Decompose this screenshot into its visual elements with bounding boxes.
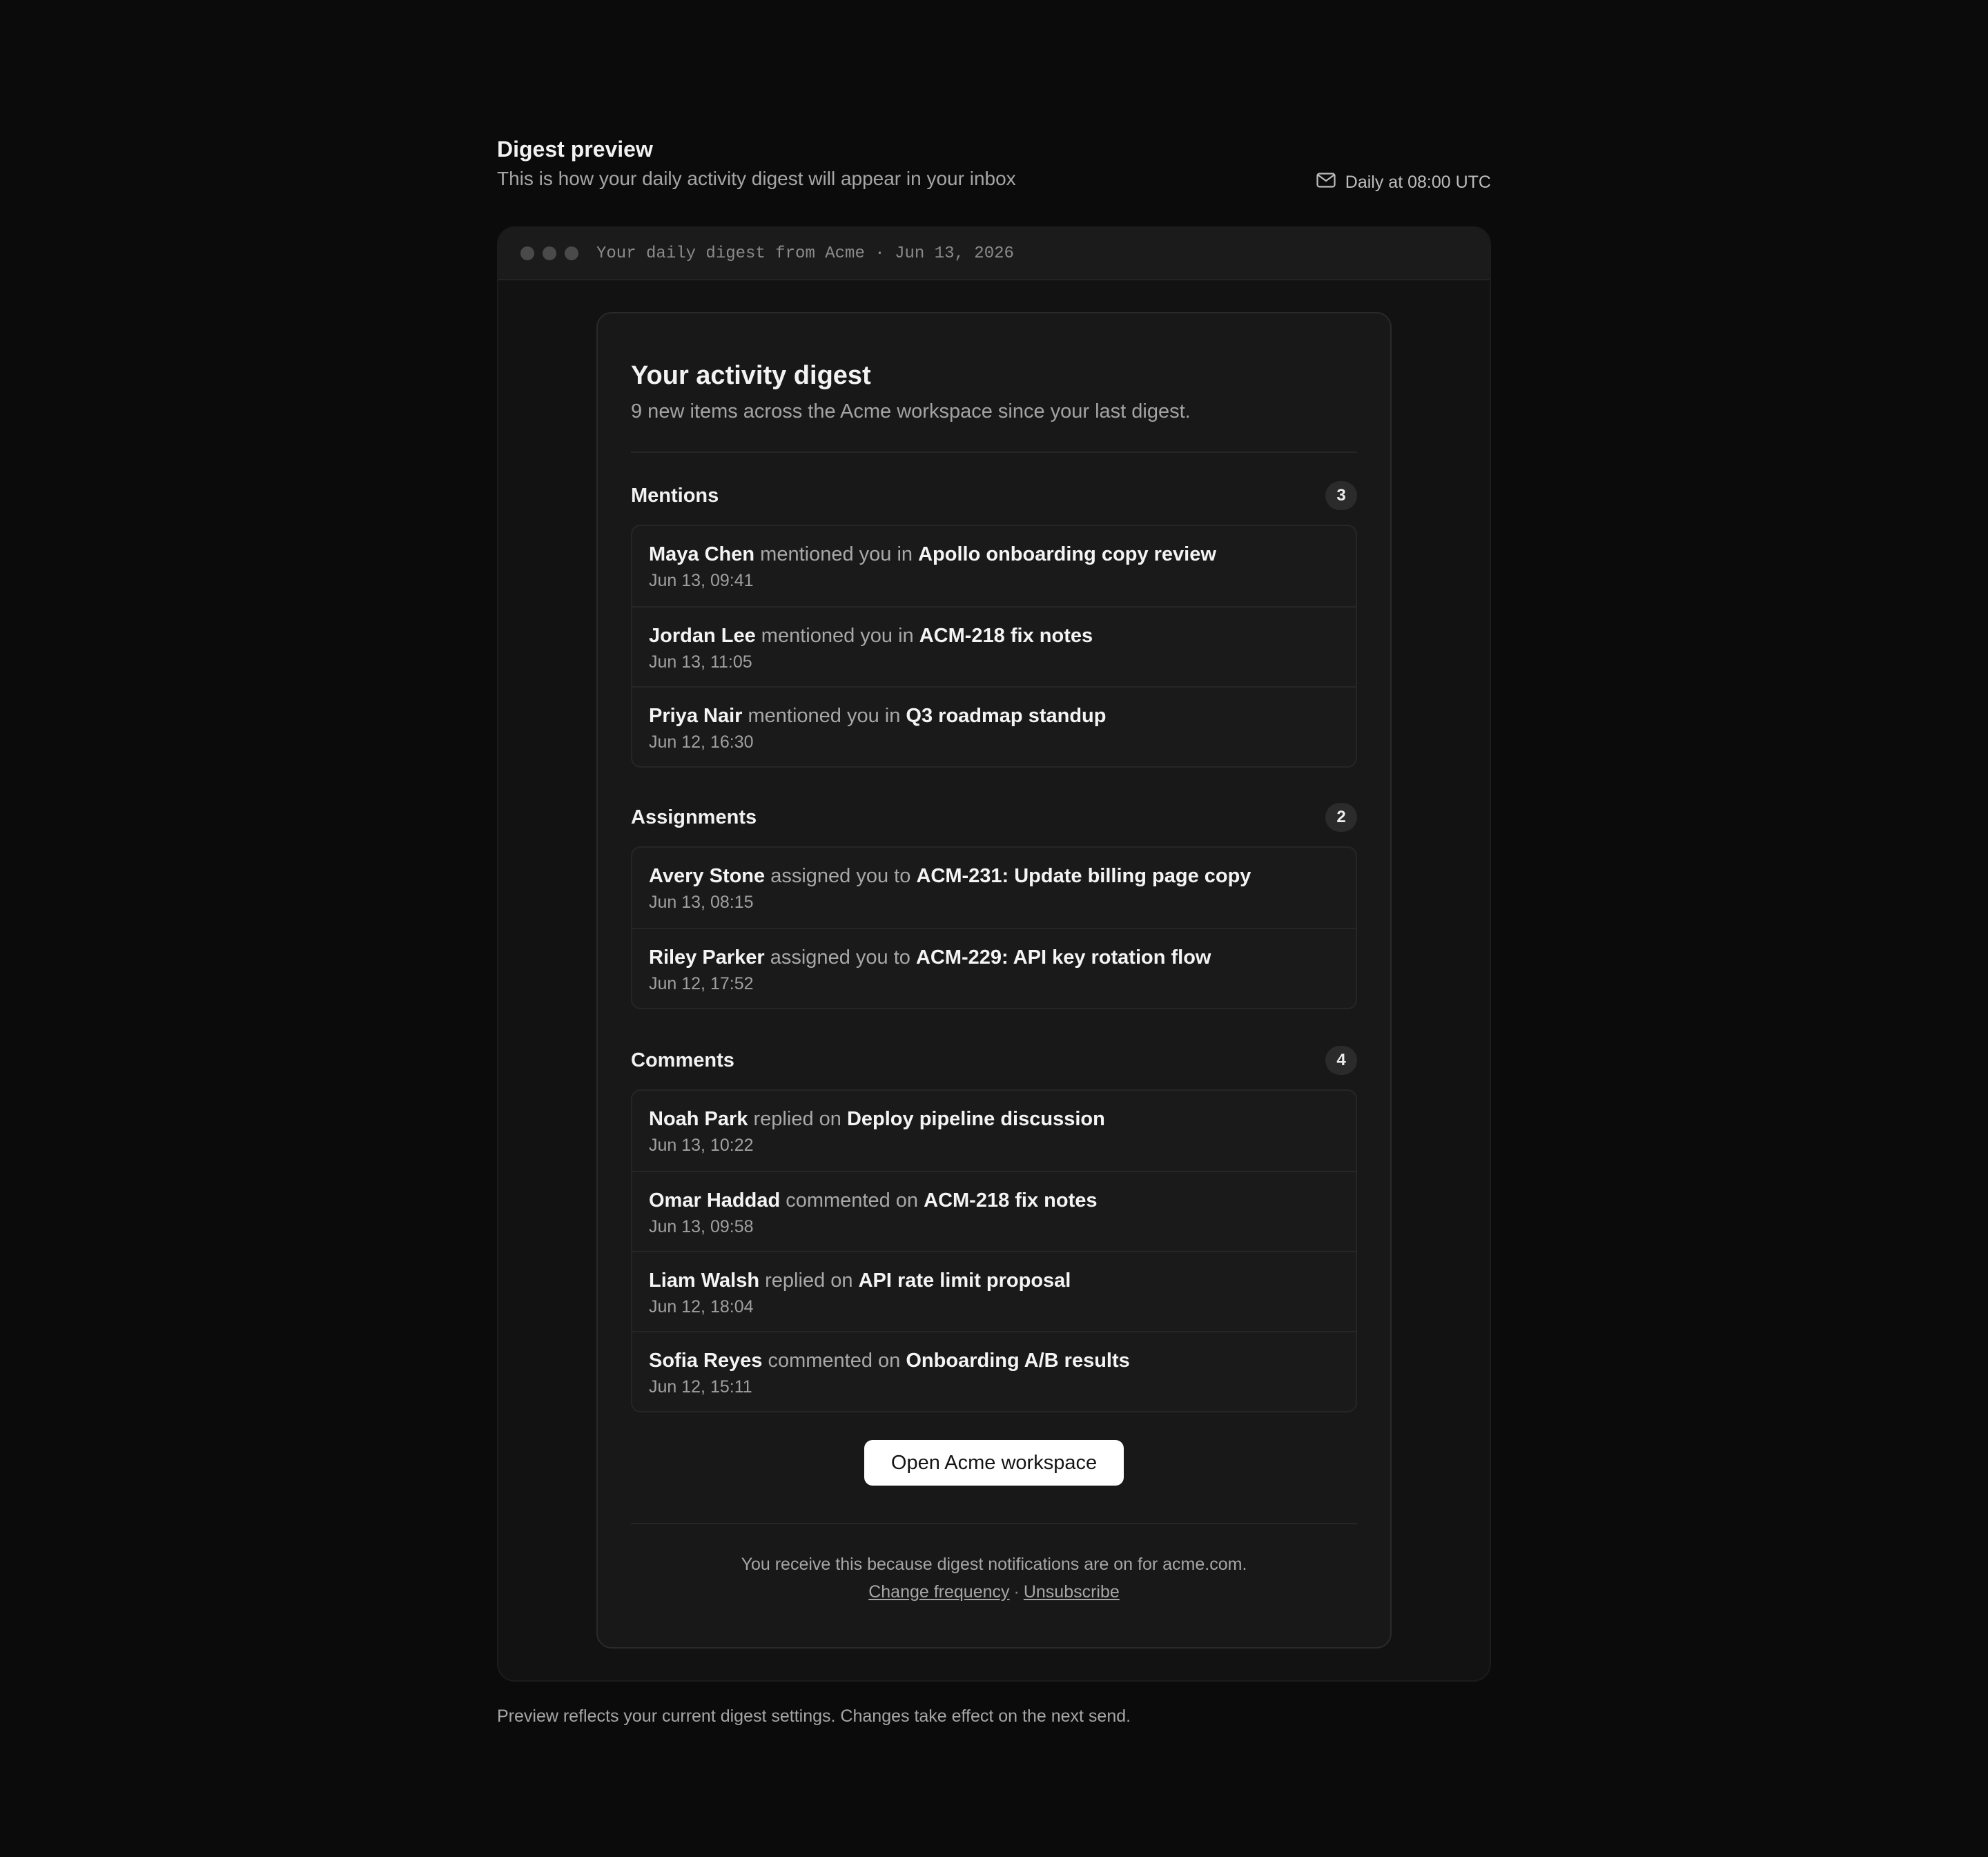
- item-verb: assigned you to: [770, 946, 910, 969]
- list-item[interactable]: Priya Nair mentioned you in Q3 roadmap s…: [632, 686, 1356, 766]
- email-subject: Your daily digest from Acme · Jun 13, 20…: [596, 244, 1014, 263]
- item-actor: Priya Nair: [649, 705, 743, 727]
- item-list: Avery Stone assigned you to ACM-231: Upd…: [631, 846, 1357, 1009]
- item-time: Jun 13, 11:05: [649, 652, 752, 672]
- item-target[interactable]: ACM-218 fix notes: [924, 1189, 1097, 1212]
- item-actor: Liam Walsh: [649, 1270, 760, 1292]
- list-item[interactable]: Liam Walsh replied on API rate limit pro…: [632, 1251, 1356, 1331]
- item-actor: Noah Park: [649, 1108, 748, 1130]
- section-mentions: Mentions 3 Maya Chen mentioned you in Ap…: [631, 480, 1357, 768]
- section-header: Assignments 2: [631, 802, 1357, 833]
- list-item[interactable]: Noah Park replied on Deploy pipeline dis…: [632, 1091, 1356, 1171]
- list-item[interactable]: Riley Parker assigned you to ACM-229: AP…: [632, 928, 1356, 1008]
- list-item[interactable]: Maya Chen mentioned you in Apollo onboar…: [632, 526, 1356, 606]
- section-comments: Comments 4 Noah Park replied on Deploy p…: [631, 1045, 1357, 1412]
- footer-links: Change frequency · Unsubscribe: [631, 1578, 1357, 1606]
- item-time: Jun 12, 17:52: [649, 974, 754, 993]
- section-header: Mentions 3: [631, 480, 1357, 511]
- item-list: Noah Park replied on Deploy pipeline dis…: [631, 1089, 1357, 1412]
- count-badge: 3: [1325, 481, 1357, 510]
- cta-wrap: Open Acme workspace: [631, 1440, 1357, 1486]
- item-verb: replied on: [753, 1108, 841, 1130]
- list-item[interactable]: Jordan Lee mentioned you in ACM-218 fix …: [632, 606, 1356, 686]
- schedule-text: Daily at 08:00 UTC: [1345, 173, 1491, 192]
- item-time: Jun 12, 18:04: [649, 1297, 754, 1316]
- section-assignments: Assignments 2 Avery Stone assigned you t…: [631, 802, 1357, 1009]
- email-preview-frame: Your daily digest from Acme · Jun 13, 20…: [497, 226, 1491, 1682]
- email-subtitle: 9 new items across the Acme workspace si…: [631, 400, 1191, 422]
- window-dot-icon: [543, 246, 556, 260]
- section-title: Mentions: [631, 484, 719, 507]
- item-actor: Sofia Reyes: [649, 1350, 763, 1372]
- count-badge: 2: [1325, 803, 1357, 832]
- email-title: Your activity digest: [631, 361, 871, 390]
- link-separator: ·: [1013, 1582, 1020, 1602]
- item-verb: commented on: [786, 1189, 919, 1212]
- email-card: Your activity digest 9 new items across …: [596, 312, 1392, 1649]
- item-actor: Jordan Lee: [649, 625, 756, 647]
- item-time: Jun 13, 09:58: [649, 1217, 754, 1236]
- item-target[interactable]: ACM-218 fix notes: [919, 625, 1093, 647]
- change-frequency-link[interactable]: Change frequency: [868, 1582, 1009, 1602]
- schedule-badge: Daily at 08:00 UTC: [1316, 173, 1491, 193]
- item-time: Jun 13, 09:41: [649, 571, 754, 590]
- item-verb: replied on: [765, 1270, 853, 1292]
- item-verb: mentioned you in: [748, 705, 901, 727]
- divider: [631, 1523, 1357, 1524]
- item-time: Jun 13, 08:15: [649, 893, 754, 912]
- section-title: Assignments: [631, 806, 757, 828]
- section-title: Comments: [631, 1049, 734, 1071]
- unsubscribe-link[interactable]: Unsubscribe: [1024, 1582, 1120, 1602]
- preview-header: Digest preview This is how your daily ac…: [497, 135, 1491, 192]
- item-time: Jun 12, 15:11: [649, 1377, 752, 1397]
- item-actor: Omar Haddad: [649, 1189, 781, 1212]
- item-verb: mentioned you in: [761, 625, 914, 647]
- preview-footnote: Preview reflects your current digest set…: [497, 1707, 1131, 1726]
- open-workspace-button[interactable]: Open Acme workspace: [864, 1440, 1124, 1486]
- footer-note: You receive this because digest notifica…: [741, 1555, 1247, 1574]
- item-actor: Riley Parker: [649, 946, 765, 969]
- window-dot-icon: [565, 246, 578, 260]
- item-list: Maya Chen mentioned you in Apollo onboar…: [631, 525, 1357, 768]
- digest-preview-page: Digest preview This is how your daily ac…: [497, 135, 1491, 1727]
- item-target[interactable]: Q3 roadmap standup: [906, 705, 1106, 727]
- list-item[interactable]: Omar Haddad commented on ACM-218 fix not…: [632, 1171, 1356, 1251]
- item-target[interactable]: Onboarding A/B results: [906, 1350, 1129, 1372]
- item-target[interactable]: Deploy pipeline discussion: [847, 1108, 1105, 1130]
- item-target[interactable]: API rate limit proposal: [859, 1270, 1071, 1292]
- item-target[interactable]: Apollo onboarding copy review: [918, 543, 1216, 565]
- item-verb: assigned you to: [770, 865, 911, 887]
- item-target[interactable]: ACM-229: API key rotation flow: [916, 946, 1211, 969]
- item-verb: mentioned you in: [760, 543, 913, 565]
- page-title: Digest preview: [497, 137, 653, 162]
- divider: [631, 451, 1357, 453]
- window-dot-icon: [520, 246, 534, 260]
- email-frame-bar: Your daily digest from Acme · Jun 13, 20…: [498, 228, 1490, 280]
- list-item[interactable]: Sofia Reyes commented on Onboarding A/B …: [632, 1331, 1356, 1411]
- mail-icon: [1316, 173, 1345, 193]
- item-time: Jun 13, 10:22: [649, 1136, 754, 1155]
- count-badge: 4: [1325, 1046, 1357, 1075]
- item-actor: Avery Stone: [649, 865, 766, 887]
- email-footer: You receive this because digest notifica…: [631, 1550, 1357, 1606]
- section-header: Comments 4: [631, 1045, 1357, 1076]
- item-verb: commented on: [768, 1350, 901, 1372]
- list-item[interactable]: Avery Stone assigned you to ACM-231: Upd…: [632, 848, 1356, 928]
- item-time: Jun 12, 16:30: [649, 732, 754, 752]
- item-actor: Maya Chen: [649, 543, 755, 565]
- item-target[interactable]: ACM-231: Update billing page copy: [916, 865, 1251, 887]
